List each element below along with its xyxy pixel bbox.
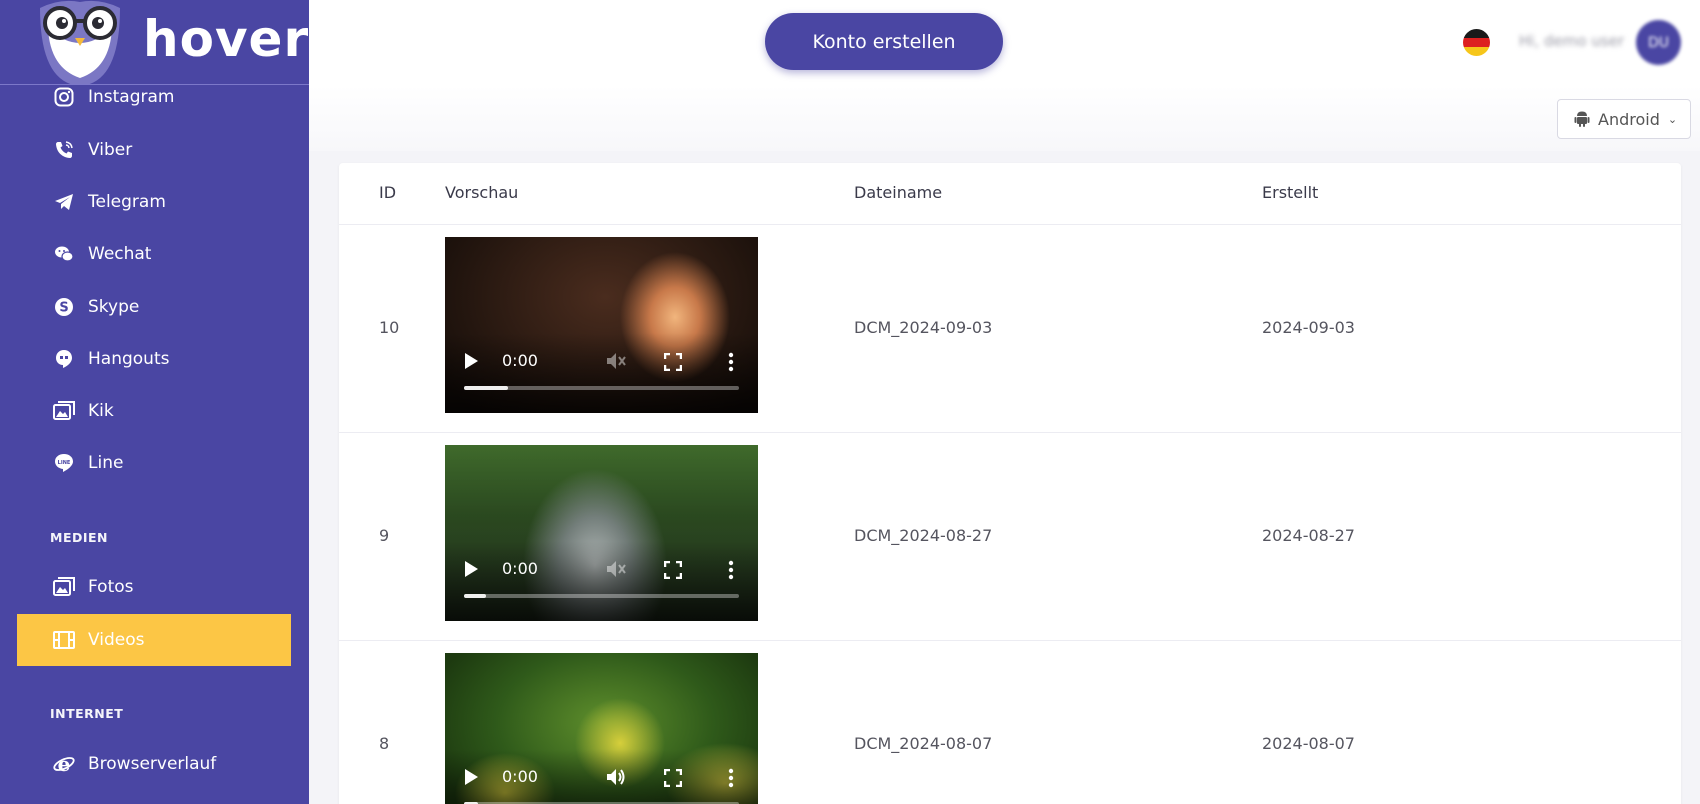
- volume-muted-icon[interactable]: [605, 350, 627, 372]
- platform-select-value: Android: [1598, 109, 1660, 129]
- image-gallery-icon: [53, 400, 75, 422]
- sidebar-item-line[interactable]: LINE Line: [17, 437, 291, 489]
- germany-flag-icon[interactable]: [1463, 29, 1490, 56]
- hangouts-icon: [53, 348, 75, 370]
- video-player[interactable]: 0:00: [445, 237, 758, 413]
- row-filename: DCM_2024-09-03: [854, 318, 993, 337]
- wechat-icon: [53, 243, 75, 265]
- line-icon: LINE: [53, 452, 75, 474]
- row-created: 2024-08-27: [1262, 526, 1355, 545]
- video-progress-bar[interactable]: [464, 594, 739, 598]
- user-greeting[interactable]: Hi, demo user: [1519, 32, 1624, 50]
- image-gallery-icon: [53, 576, 75, 598]
- android-icon: [1574, 110, 1590, 128]
- toolbar: Android ⌄: [309, 85, 1700, 151]
- volume-icon[interactable]: [605, 766, 627, 788]
- sidebar-item-label: Instagram: [88, 87, 175, 107]
- svg-text:LINE: LINE: [58, 460, 71, 466]
- skype-icon: S: [53, 296, 75, 318]
- telegram-icon: [53, 191, 75, 213]
- divider: [339, 224, 1681, 225]
- sidebar-item-label: Browserverlauf: [88, 754, 217, 774]
- video-controls-shade: [445, 749, 758, 804]
- row-id: 9: [379, 526, 390, 545]
- sidebar-item-videos[interactable]: Videos: [17, 614, 291, 666]
- sidebar-item-label: Wechat: [88, 244, 152, 264]
- chevron-down-icon: ⌄: [1667, 112, 1678, 126]
- video-player[interactable]: 0:00: [445, 653, 758, 804]
- video-time: 0:00: [502, 351, 538, 370]
- column-header-preview[interactable]: Vorschau: [445, 183, 518, 202]
- more-options-icon[interactable]: [728, 352, 734, 372]
- video-time: 0:00: [502, 767, 538, 786]
- video-controls-shade: [445, 333, 758, 413]
- section-label-internet: INTERNET: [50, 706, 124, 721]
- sidebar-item-telegram[interactable]: Telegram: [17, 176, 291, 228]
- column-header-id[interactable]: ID: [379, 183, 396, 202]
- column-header-filename[interactable]: Dateiname: [854, 183, 942, 202]
- brand-logo[interactable]: hoverwatch: [0, 0, 309, 85]
- video-progress-fill: [464, 594, 486, 598]
- sidebar-item-label: Videos: [88, 630, 145, 650]
- sidebar-item-browserverlauf[interactable]: e Browserverlauf: [17, 738, 291, 790]
- phone-icon: [53, 139, 75, 161]
- more-options-icon[interactable]: [728, 768, 734, 788]
- divider: [339, 432, 1681, 433]
- internet-explorer-icon: e: [53, 753, 75, 775]
- fullscreen-icon[interactable]: [664, 353, 682, 371]
- video-progress-bar[interactable]: [464, 386, 739, 390]
- sidebar-item-label: Fotos: [88, 577, 134, 597]
- video-time: 0:00: [502, 559, 538, 578]
- svg-text:e: e: [58, 753, 71, 775]
- instagram-icon: [53, 86, 75, 108]
- platform-select[interactable]: Android ⌄: [1557, 99, 1691, 139]
- row-id: 10: [379, 318, 400, 337]
- section-label-media: MEDIEN: [50, 530, 109, 545]
- sidebar-item-label: Hangouts: [88, 349, 170, 369]
- sidebar-item-kik[interactable]: Kik: [17, 385, 291, 437]
- avatar[interactable]: DU: [1636, 20, 1681, 65]
- sidebar-item-viber[interactable]: Viber: [17, 124, 291, 176]
- sidebar-item-label: Kik: [88, 401, 114, 421]
- sidebar-item-label: Skype: [88, 297, 140, 317]
- sidebar-item-label: Telegram: [88, 192, 166, 212]
- sidebar-item-label: Line: [88, 453, 124, 473]
- create-account-button[interactable]: Konto erstellen: [765, 13, 1003, 70]
- owl-logo-icon: [40, 0, 120, 84]
- row-id: 8: [379, 734, 390, 753]
- fullscreen-icon[interactable]: [664, 561, 682, 579]
- video-player[interactable]: 0:00: [445, 445, 758, 621]
- fullscreen-icon[interactable]: [664, 769, 682, 787]
- more-options-icon[interactable]: [728, 560, 734, 580]
- sidebar-item-skype[interactable]: S Skype: [17, 281, 291, 333]
- sidebar-item-label: Viber: [88, 140, 133, 160]
- play-icon[interactable]: [465, 353, 478, 369]
- sidebar-item-wechat[interactable]: Wechat: [17, 228, 291, 280]
- brand-name: hoverwatch: [143, 10, 309, 68]
- film-icon: [53, 629, 75, 651]
- row-created: 2024-08-07: [1262, 734, 1355, 753]
- video-controls-shade: [445, 541, 758, 621]
- volume-muted-icon[interactable]: [605, 558, 627, 580]
- sidebar-item-fotos[interactable]: Fotos: [17, 561, 291, 613]
- play-icon[interactable]: [465, 769, 478, 785]
- row-created: 2024-09-03: [1262, 318, 1355, 337]
- sidebar-item-hangouts[interactable]: Hangouts: [17, 333, 291, 385]
- top-header: Konto erstellen Hi, demo user DU: [309, 0, 1700, 85]
- divider: [339, 640, 1681, 641]
- row-filename: DCM_2024-08-27: [854, 526, 993, 545]
- svg-text:S: S: [59, 301, 68, 316]
- column-header-created[interactable]: Erstellt: [1262, 183, 1318, 202]
- row-filename: DCM_2024-08-07: [854, 734, 993, 753]
- sidebar: Instagram Viber Telegram Wechat S Skype …: [0, 0, 309, 804]
- videos-table: ID Vorschau Dateiname Erstellt 10 0:00 D…: [339, 163, 1681, 804]
- video-progress-fill: [464, 386, 508, 390]
- play-icon[interactable]: [465, 561, 478, 577]
